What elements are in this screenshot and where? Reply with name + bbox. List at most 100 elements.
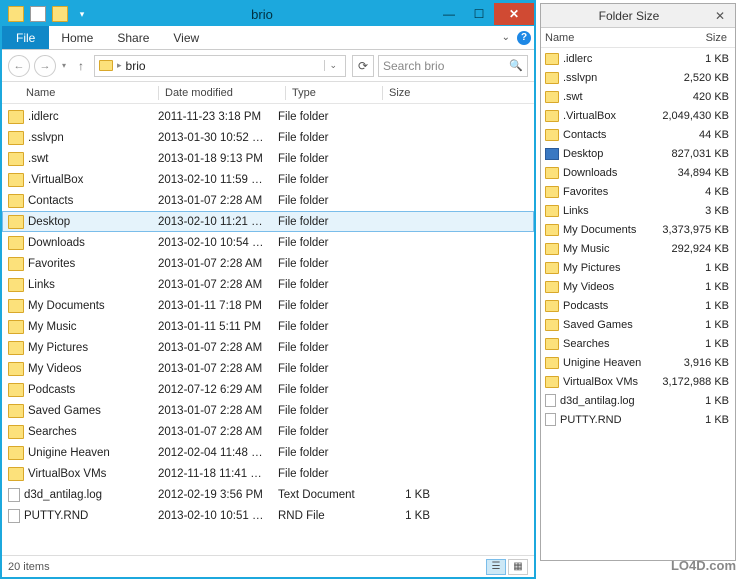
file-row[interactable]: My Videos2013-01-07 2:28 AMFile folder — [2, 358, 534, 379]
address-bar[interactable]: ▸ brio ⌄ — [94, 55, 346, 77]
folder-size-row[interactable]: Downloads34,894 KB — [541, 163, 735, 182]
file-row[interactable]: Links2013-01-07 2:28 AMFile folder — [2, 274, 534, 295]
folder-size-row[interactable]: Favorites4 KB — [541, 182, 735, 201]
explorer-window: ▾ brio — ☐ ✕ File Home Share View ⌄ ? ← … — [0, 0, 536, 579]
folder-size-row[interactable]: .sslvpn2,520 KB — [541, 68, 735, 87]
file-type: File folder — [278, 195, 368, 207]
header-name[interactable]: Name — [8, 87, 158, 99]
file-row[interactable]: My Documents2013-01-11 7:18 PMFile folde… — [2, 295, 534, 316]
fs-item-size: 44 KB — [655, 129, 731, 141]
file-row[interactable]: My Music2013-01-11 5:11 PMFile folder — [2, 316, 534, 337]
new-folder-icon[interactable] — [52, 6, 68, 22]
close-button[interactable]: ✕ — [494, 3, 534, 25]
breadcrumb-sep-icon[interactable]: ▸ — [117, 60, 122, 71]
folder-icon — [8, 110, 24, 124]
folder-size-list[interactable]: .idlerc1 KB.sslvpn2,520 KB.swt420 KB.Vir… — [541, 48, 735, 560]
folder-size-row[interactable]: Searches1 KB — [541, 334, 735, 353]
file-row[interactable]: Favorites2013-01-07 2:28 AMFile folder — [2, 253, 534, 274]
file-name: .idlerc — [28, 111, 59, 123]
tab-share[interactable]: Share — [105, 26, 161, 49]
properties-icon[interactable] — [30, 6, 46, 22]
header-size[interactable]: Size — [389, 87, 459, 99]
file-row[interactable]: My Pictures2013-01-07 2:28 AMFile folder — [2, 337, 534, 358]
file-date: 2013-01-07 2:28 AM — [158, 405, 278, 417]
view-icons-button[interactable]: ▦ — [508, 559, 528, 575]
fs-item-size: 1 KB — [655, 300, 731, 312]
fs-item-size: 1 KB — [655, 319, 731, 331]
tab-file[interactable]: File — [2, 26, 49, 49]
minimize-button[interactable]: — — [434, 3, 464, 25]
file-row[interactable]: .swt2013-01-18 9:13 PMFile folder — [2, 148, 534, 169]
fs-item-size: 3,172,988 KB — [655, 376, 731, 388]
file-type: File folder — [278, 237, 368, 249]
tab-home[interactable]: Home — [49, 26, 105, 49]
forward-button[interactable]: → — [34, 55, 56, 77]
refresh-button[interactable]: ⟳ — [352, 55, 374, 77]
fs-item-name: Contacts — [563, 129, 655, 141]
file-row[interactable]: Desktop2013-02-10 11:21 …File folder — [2, 211, 534, 232]
folder-size-row[interactable]: Saved Games1 KB — [541, 315, 735, 334]
file-list[interactable]: .idlerc2011-11-23 3:18 PMFile folder.ssl… — [2, 104, 534, 555]
folder-icon — [8, 257, 24, 271]
folder-size-row[interactable]: My Videos1 KB — [541, 277, 735, 296]
view-details-button[interactable]: ☰ — [486, 559, 506, 575]
folder-size-row[interactable]: VirtualBox VMs3,172,988 KB — [541, 372, 735, 391]
folder-size-row[interactable]: My Documents3,373,975 KB — [541, 220, 735, 239]
folder-size-row[interactable]: .VirtualBox2,049,430 KB — [541, 106, 735, 125]
fs-item-size: 1 KB — [655, 414, 731, 426]
folder-icon — [8, 320, 24, 334]
title-bar[interactable]: ▾ brio — ☐ ✕ — [2, 2, 534, 26]
folder-size-titlebar[interactable]: Folder Size ✕ — [541, 4, 735, 28]
folder-size-close-button[interactable]: ✕ — [711, 8, 729, 24]
navigation-bar: ← → ▾ ↑ ▸ brio ⌄ ⟳ Search brio 🔍 — [2, 50, 534, 82]
help-button[interactable]: ? — [514, 26, 534, 49]
file-row[interactable]: Unigine Heaven2012-02-04 11:48 …File fol… — [2, 442, 534, 463]
folder-size-row[interactable]: Podcasts1 KB — [541, 296, 735, 315]
folder-size-row[interactable]: Unigine Heaven3,916 KB — [541, 353, 735, 372]
folder-size-row[interactable]: My Music292,924 KB — [541, 239, 735, 258]
maximize-button[interactable]: ☐ — [464, 3, 494, 25]
folder-size-row[interactable]: .swt420 KB — [541, 87, 735, 106]
column-headers: Name Date modified Type Size — [2, 82, 534, 104]
fs-header-size[interactable]: Size — [661, 32, 731, 44]
back-button[interactable]: ← — [8, 55, 30, 77]
file-row[interactable]: .VirtualBox2013-02-10 11:59 …File folder — [2, 169, 534, 190]
file-row[interactable]: Contacts2013-01-07 2:28 AMFile folder — [2, 190, 534, 211]
address-dropdown-icon[interactable]: ⌄ — [324, 60, 341, 71]
tab-view[interactable]: View — [161, 26, 211, 49]
folder-size-row[interactable]: Links3 KB — [541, 201, 735, 220]
folder-icon — [545, 262, 559, 274]
folder-size-row[interactable]: d3d_antilag.log1 KB — [541, 391, 735, 410]
file-type: File folder — [278, 111, 368, 123]
folder-size-row[interactable]: .idlerc1 KB — [541, 49, 735, 68]
ribbon-expand-icon[interactable]: ⌄ — [498, 26, 514, 49]
ribbon-tabs: File Home Share View ⌄ ? — [2, 26, 534, 50]
file-row[interactable]: PUTTY.RND2013-02-10 10:51 …RND File1 KB — [2, 505, 534, 526]
search-input[interactable]: Search brio 🔍 — [378, 55, 528, 77]
file-row[interactable]: VirtualBox VMs2012-11-18 11:41 …File fol… — [2, 463, 534, 484]
breadcrumb[interactable]: brio — [126, 59, 146, 73]
file-row[interactable]: .sslvpn2013-01-30 10:52 …File folder — [2, 127, 534, 148]
fs-item-size: 2,520 KB — [655, 72, 731, 84]
file-row[interactable]: Searches2013-01-07 2:28 AMFile folder — [2, 421, 534, 442]
folder-size-row[interactable]: Desktop827,031 KB — [541, 144, 735, 163]
header-date[interactable]: Date modified — [165, 87, 285, 99]
folder-icon — [545, 129, 559, 141]
file-name: PUTTY.RND — [24, 510, 88, 522]
file-row[interactable]: .idlerc2011-11-23 3:18 PMFile folder — [2, 106, 534, 127]
fs-item-size: 3,916 KB — [655, 357, 731, 369]
up-button[interactable]: ↑ — [72, 57, 90, 75]
file-row[interactable]: Podcasts2012-07-12 6:29 AMFile folder — [2, 379, 534, 400]
fs-item-size: 420 KB — [655, 91, 731, 103]
fs-header-name[interactable]: Name — [545, 32, 661, 44]
folder-icon[interactable] — [8, 6, 24, 22]
file-row[interactable]: d3d_antilag.log2012-02-19 3:56 PMText Do… — [2, 484, 534, 505]
folder-size-row[interactable]: My Pictures1 KB — [541, 258, 735, 277]
header-type[interactable]: Type — [292, 87, 382, 99]
folder-size-row[interactable]: PUTTY.RND1 KB — [541, 410, 735, 429]
file-row[interactable]: Saved Games2013-01-07 2:28 AMFile folder — [2, 400, 534, 421]
history-dropdown-icon[interactable]: ▾ — [60, 61, 68, 70]
qat-dropdown-icon[interactable]: ▾ — [74, 6, 90, 22]
folder-size-row[interactable]: Contacts44 KB — [541, 125, 735, 144]
file-row[interactable]: Downloads2013-02-10 10:54 …File folder — [2, 232, 534, 253]
